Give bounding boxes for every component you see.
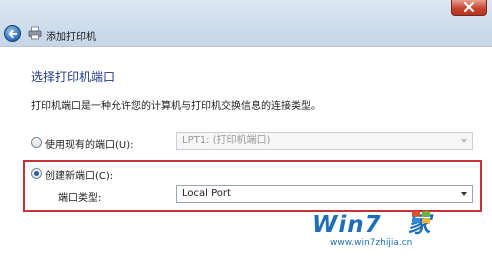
- port-type-label: 端口类型:: [58, 193, 102, 204]
- close-icon: [463, 1, 475, 13]
- use-existing-port-radio[interactable]: [31, 137, 42, 148]
- port-type-value: Local Port: [182, 188, 231, 199]
- back-arrow-icon: [8, 29, 18, 39]
- create-new-port-label[interactable]: 创建新端口(C):: [45, 167, 113, 182]
- chevron-down-icon: [461, 139, 467, 143]
- window-title: 添加打印机: [46, 32, 96, 43]
- page-heading: 选择打印机端口: [31, 70, 116, 84]
- existing-port-value: LPT1: (打印机端口): [182, 135, 271, 146]
- page-description: 打印机端口是一种允许您的计算机与打印机交换信息的连接类型。: [31, 101, 321, 112]
- watermark-logo: Win7 家 www.win7zhijia.cn: [312, 201, 488, 253]
- close-button[interactable]: [451, 0, 487, 16]
- existing-port-select[interactable]: LPT1: (打印机端口): [176, 132, 473, 150]
- back-button[interactable]: [4, 25, 21, 42]
- use-existing-port-label[interactable]: 使用现有的端口(U):: [45, 136, 134, 151]
- printer-icon: [28, 26, 42, 40]
- watermark-url: www.win7zhijia.cn: [330, 238, 413, 248]
- create-new-port-radio[interactable]: [31, 168, 42, 179]
- title-bar: 添加打印机: [0, 0, 492, 46]
- chevron-down-icon: [461, 192, 467, 196]
- windows-flag-icon: [412, 211, 430, 224]
